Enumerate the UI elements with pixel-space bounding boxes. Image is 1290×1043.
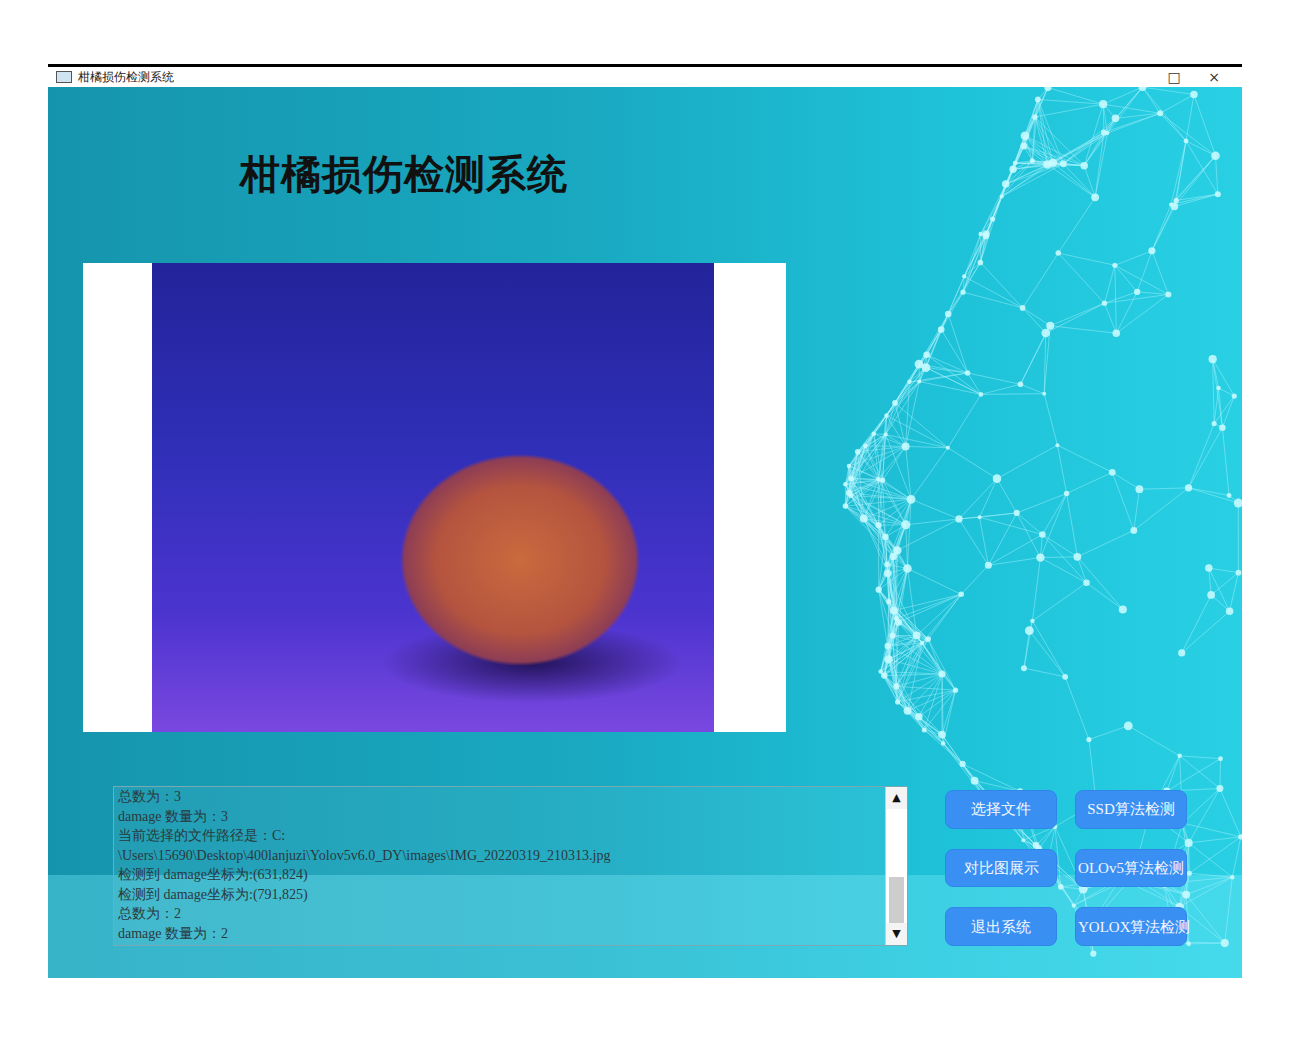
log-box[interactable]: 总数为：3damage 数量为：3当前选择的文件路径是：C:\Users\156… [113, 786, 908, 946]
main-panel: 柑橘损伤检测系统 总数为：3damage 数量为：3当前选择的文件路径是：C:\… [48, 87, 1242, 978]
action-button[interactable]: OLOv5算法检测 [1075, 849, 1187, 888]
detection-photo [152, 263, 714, 732]
title-bar: 柑橘损伤检测系统 □× [48, 64, 1242, 87]
log-line: damage 数量为：3 [118, 807, 881, 827]
page-title: 柑橘损伤检测系统 [240, 149, 1242, 199]
app-window: 柑橘损伤检测系统 □× 柑橘损伤检测系统 总数为：3damage 数量为：3当前… [48, 0, 1242, 978]
image-frame [83, 263, 786, 732]
log-line: 当前选择的文件路径是：C: [118, 826, 881, 846]
log-line: damage 数量为：2 [118, 924, 881, 944]
close-button[interactable]: × [1194, 68, 1234, 86]
action-button[interactable]: 退出系统 [945, 907, 1057, 946]
scroll-up-button[interactable]: ▲ [886, 787, 907, 809]
action-button[interactable]: SSD算法检测 [1075, 790, 1187, 829]
log-line: 检测到 damage坐标为:(631,824) [118, 865, 881, 885]
maximize-button[interactable]: □ [1154, 68, 1194, 86]
log-line: \Users\15690\Desktop\400lanjuzi\Yolov5v6… [118, 846, 881, 866]
action-button[interactable]: 对比图展示 [945, 849, 1057, 888]
action-button[interactable]: 选择文件 [945, 790, 1057, 829]
scroll-thumb[interactable] [889, 877, 904, 923]
log-line: 检测到 damage坐标为:(791,825) [118, 885, 881, 905]
log-line: 总数为：2 [118, 904, 881, 924]
log-text: 总数为：3damage 数量为：3当前选择的文件路径是：C:\Users\156… [114, 787, 885, 945]
scroll-track[interactable] [886, 809, 907, 923]
log-line: 总数为：3 [118, 787, 881, 807]
window-title: 柑橘损伤检测系统 [78, 68, 174, 86]
scroll-down-button[interactable]: ▼ [886, 923, 907, 945]
action-button[interactable]: YOLOX算法检测 [1075, 907, 1187, 946]
scrollbar[interactable]: ▲ ▼ [885, 787, 907, 945]
app-icon [56, 71, 72, 83]
button-panel: 选择文件 SSD算法检测对比图展示 OLOv5算法检测退出系统 YOLOX算法检测 [945, 790, 1187, 946]
